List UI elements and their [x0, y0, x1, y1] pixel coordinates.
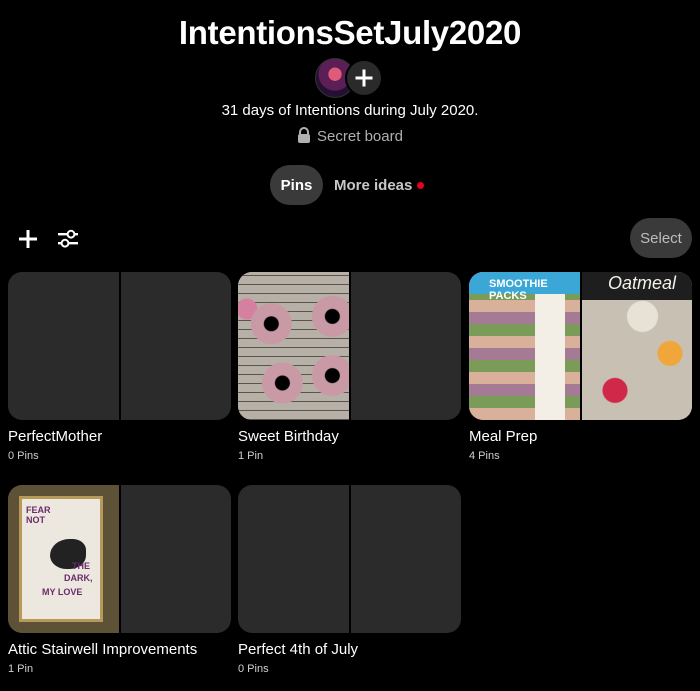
collaborators: [315, 58, 385, 98]
add-collaborator-button[interactable]: [345, 59, 383, 97]
section-cover: [8, 272, 231, 420]
oatmeal-jars-image: Oatmeal: [582, 272, 692, 420]
privacy-status: Secret board: [0, 127, 700, 145]
section-name: Attic Stairwell Improvements: [8, 641, 198, 658]
board-section-card[interactable]: PerfectMother 0 Pins: [8, 272, 231, 462]
section-name: Sweet Birthday: [238, 428, 339, 445]
section-name: Meal Prep: [469, 428, 538, 445]
board-section-card[interactable]: SMOOTHIE PACKS Oatmeal Meal Prep 4 Pins: [469, 272, 692, 462]
board-description: 31 days of Intentions during July 2020.: [221, 102, 479, 119]
smoothie-title: SMOOTHIE PACKS: [489, 278, 548, 302]
tab-pins[interactable]: Pins: [270, 165, 323, 205]
crow-text-line: NOT: [26, 515, 45, 525]
section-cover: SMOOTHIE PACKS Oatmeal: [469, 272, 692, 420]
privacy-label: Secret board: [317, 128, 403, 145]
crow-text-line: FEAR: [26, 505, 51, 515]
tab-more-ideas[interactable]: More ideas: [334, 165, 425, 205]
tab-more-ideas-label: More ideas: [334, 176, 413, 194]
board-title: IntentionsSetJuly2020: [178, 14, 522, 51]
section-pin-count: 0 Pins: [8, 450, 39, 462]
picture-frame: FEAR NOT THE DARK, MY LOVE: [19, 496, 103, 622]
cover-divider: [349, 272, 351, 420]
cover-divider: [119, 272, 121, 420]
section-pin-count: 0 Pins: [238, 663, 269, 675]
sliders-icon[interactable]: [56, 228, 80, 250]
plus-icon[interactable]: [17, 228, 39, 250]
section-cover: FEAR NOT THE DARK, MY LOVE: [8, 485, 231, 633]
board-section-card[interactable]: Sweet Birthday 1 Pin: [238, 272, 461, 462]
section-name: PerfectMother: [8, 428, 103, 445]
crow-text-line: THE: [72, 561, 90, 571]
crow-print-image: FEAR NOT THE DARK, MY LOVE: [8, 485, 119, 633]
cover-divider: [119, 485, 121, 633]
crow-text-line: DARK,: [64, 573, 93, 583]
smoothie-packs-image: SMOOTHIE PACKS: [469, 272, 580, 420]
section-pin-count: 1 Pin: [238, 450, 264, 462]
notification-dot: [417, 181, 425, 189]
section-cover: [238, 485, 461, 633]
section-cover: [238, 272, 461, 420]
section-pin-count: 1 Pin: [8, 663, 34, 675]
oatmeal-title: Oatmeal: [608, 273, 677, 293]
cover-divider: [349, 485, 351, 633]
crow-text-line: MY LOVE: [42, 587, 83, 597]
section-pin-count: 4 Pins: [469, 450, 500, 462]
lock-icon: [298, 127, 311, 143]
section-name: Perfect 4th of July: [238, 641, 359, 658]
donuts-image: [238, 272, 349, 420]
board-section-card[interactable]: Perfect 4th of July 0 Pins: [238, 485, 461, 675]
board-section-card[interactable]: FEAR NOT THE DARK, MY LOVE Attic Stairwe…: [8, 485, 231, 675]
select-button[interactable]: Select: [630, 218, 692, 258]
